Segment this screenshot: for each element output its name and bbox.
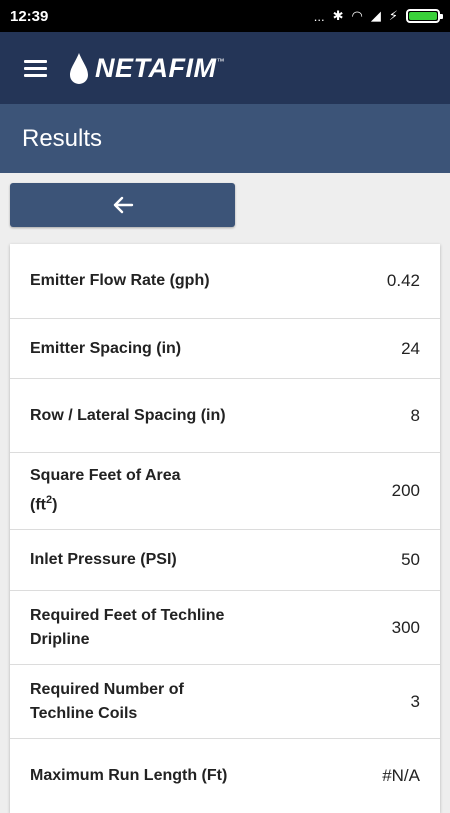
logo-trademark: ™ bbox=[216, 57, 225, 66]
menu-icon[interactable] bbox=[24, 59, 47, 77]
row-label: Emitter Flow Rate (gph) bbox=[30, 272, 210, 289]
charging-icon: ⚡ bbox=[388, 8, 398, 23]
result-row-inlet-pressure: Inlet Pressure (PSI) 50 bbox=[10, 530, 440, 591]
result-row-required-feet: Required Feet of Techline Dripline 300 bbox=[10, 591, 440, 665]
wifi-icon: ◠ bbox=[351, 8, 363, 23]
logo-text: NETAFIM bbox=[95, 52, 217, 83]
row-value: 24 bbox=[401, 338, 420, 358]
row-value: 50 bbox=[401, 550, 420, 569]
row-label: Inlet Pressure (PSI) bbox=[30, 551, 177, 568]
row-value: 300 bbox=[391, 617, 420, 637]
result-row-emitter-spacing: Emitter Spacing (in) 24 bbox=[10, 319, 440, 379]
signal-icon: ◢ bbox=[370, 8, 381, 23]
result-row-lateral-spacing: Row / Lateral Spacing (in) 8 bbox=[10, 379, 440, 453]
status-bar: 12:39 ... ✱ ◠ ◢ ⚡ bbox=[0, 0, 450, 32]
row-label: Square Feet of Area (ft2) bbox=[30, 467, 181, 514]
row-value: 0.42 bbox=[386, 271, 420, 290]
row-label: Emitter Spacing (in) bbox=[30, 339, 182, 357]
results-table: Emitter Flow Rate (gph) 0.42 Emitter Spa… bbox=[10, 244, 440, 813]
status-time: 12:39 bbox=[10, 7, 49, 25]
row-value: 3 bbox=[410, 691, 420, 711]
row-value: 200 bbox=[391, 481, 420, 500]
row-label: Required Feet of Techline Dripline bbox=[30, 606, 225, 648]
row-label: Maximum Run Length (Ft) bbox=[30, 767, 228, 784]
more-dots-icon: ... bbox=[313, 8, 325, 24]
main-content: Emitter Flow Rate (gph) 0.42 Emitter Spa… bbox=[0, 173, 450, 813]
result-row-square-feet: Square Feet of Area (ft2) 200 bbox=[10, 453, 440, 530]
row-value: #N/A bbox=[382, 766, 420, 785]
page-title-bar: Results bbox=[0, 104, 450, 173]
row-label: Required Number of Techline Coils bbox=[30, 680, 184, 722]
row-label: Row / Lateral Spacing (in) bbox=[30, 406, 226, 424]
bluetooth-icon: ✱ bbox=[332, 8, 344, 23]
status-icons: ... ✱ ◠ ◢ ⚡ bbox=[313, 8, 443, 24]
result-row-required-coils: Required Number of Techline Coils 3 bbox=[10, 665, 440, 739]
page-title: Results bbox=[22, 124, 103, 152]
netafim-logo: NETAFIM ™ bbox=[67, 51, 224, 85]
result-row-max-run-length: Maximum Run Length (Ft) #N/A bbox=[10, 739, 440, 813]
water-drop-icon bbox=[70, 53, 88, 84]
result-row-emitter-flow-rate: Emitter Flow Rate (gph) 0.42 bbox=[10, 244, 440, 319]
back-button[interactable] bbox=[10, 183, 235, 227]
app-bar: NETAFIM ™ bbox=[0, 32, 450, 104]
arrow-left-icon bbox=[113, 196, 133, 214]
battery-icon bbox=[406, 9, 443, 23]
row-value: 8 bbox=[410, 405, 420, 425]
